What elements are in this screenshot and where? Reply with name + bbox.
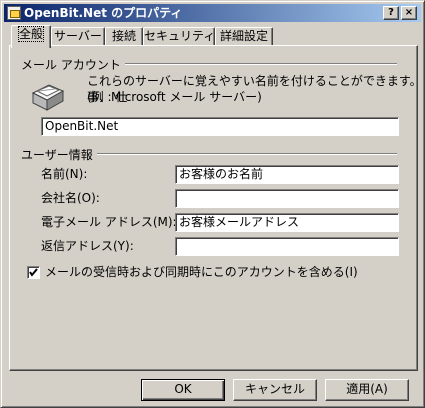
account-name-input[interactable]: OpenBit.Net: [41, 117, 399, 136]
close-button[interactable]: ×: [401, 6, 417, 20]
tab-strip: 全般 サーバー 接続 セキュリティ 詳細設定: [11, 25, 421, 48]
tab-advanced[interactable]: 詳細設定: [215, 27, 273, 47]
user-info-group-label: ユーザー情報: [21, 146, 97, 163]
include-account-label[interactable]: メールの受信時および同期時にこのアカウントを含める(I): [45, 263, 358, 282]
help-button[interactable]: ?: [383, 6, 399, 20]
company-label: 会社名(O):: [41, 191, 100, 205]
ok-button[interactable]: OK: [141, 379, 225, 401]
reply-address-label: 返信アドレス(Y):: [41, 239, 134, 253]
company-input[interactable]: [175, 189, 399, 208]
mail-account-icon: [31, 84, 65, 111]
email-label: 電子メール アドレス(M):: [41, 215, 177, 229]
reply-address-input[interactable]: [175, 237, 399, 256]
cancel-button[interactable]: キャンセル: [233, 379, 317, 401]
apply-button[interactable]: 適用(A): [325, 379, 409, 401]
checkmark-icon: [29, 268, 38, 277]
mail-account-description-line2: 事、Microsoft メール サーバー): [87, 90, 262, 104]
properties-dialog: OpenBit.Net のプロパティ ? × 全般 サーバー 接続 セキュリティ…: [0, 0, 425, 408]
tab-servers[interactable]: サーバー: [51, 27, 105, 47]
title-bar[interactable]: OpenBit.Net のプロパティ ? ×: [4, 4, 421, 22]
tab-connection[interactable]: 接続: [105, 27, 143, 47]
name-input[interactable]: お客様のお名前: [175, 165, 399, 184]
window-title: OpenBit.Net のプロパティ: [24, 6, 183, 20]
tab-security[interactable]: セキュリティ: [143, 27, 215, 47]
tab-general[interactable]: 全般: [11, 25, 51, 48]
account-properties-icon: [7, 6, 21, 20]
name-label: 名前(N):: [41, 167, 88, 181]
mail-account-group-label: メール アカウント: [21, 56, 125, 73]
include-account-checkbox[interactable]: [27, 266, 40, 279]
email-input[interactable]: お客様メールアドレス: [175, 213, 399, 232]
